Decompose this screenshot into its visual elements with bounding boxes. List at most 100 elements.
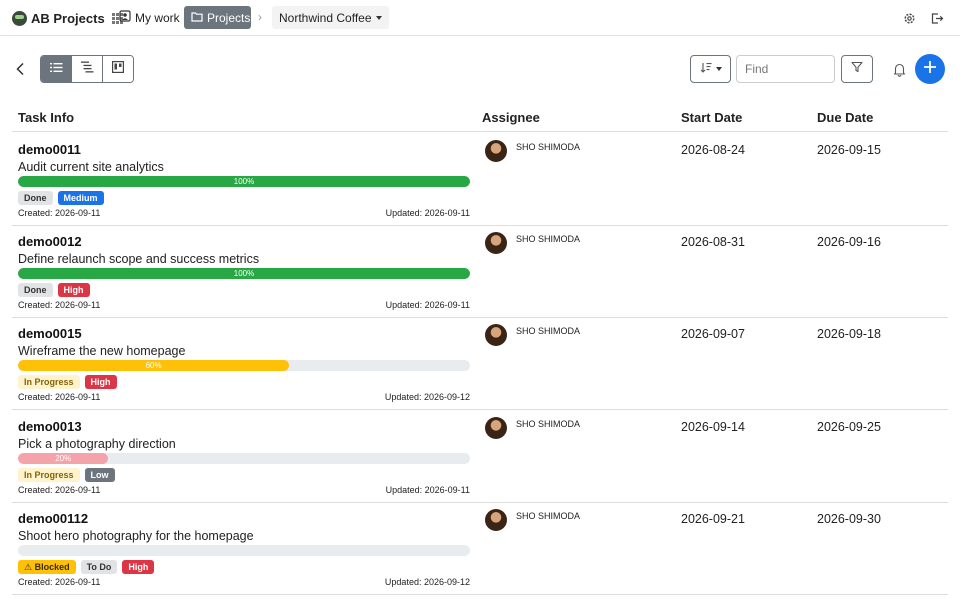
project-selector[interactable]: Northwind Coffee [272,6,389,29]
table-row[interactable]: demo00112 Shoot hero photography for the… [12,502,948,595]
board-view-icon [112,60,125,78]
badge-todo: To Do [80,560,118,574]
board-view-button[interactable] [102,56,133,82]
updated-date: Updated: 2026-09-12 [384,577,470,587]
find-input[interactable] [736,55,835,83]
badge-group: Done Medium [18,191,104,205]
created-date: Created: 2026-09-11 [18,577,101,587]
column-header-task-info[interactable]: Task Info [18,110,74,125]
task-id[interactable]: demo0013 [18,419,82,434]
updated-date: Updated: 2026-09-11 [385,485,470,495]
assignee-name: SHO SHIMODA [516,234,581,244]
progress-fill: 100% [18,268,470,279]
badge-high: High [57,283,90,297]
view-switcher [40,55,134,83]
logout-icon[interactable] [929,10,945,26]
add-task-button[interactable] [915,54,945,84]
task-title: Pick a photography direction [18,437,176,451]
task-id[interactable]: demo0015 [18,326,82,341]
table-row[interactable]: demo0015 Wireframe the new homepage 60% … [12,317,948,410]
progress-fill: 100% [18,176,470,187]
brand-logo-icon [12,10,27,26]
progress-bar: 60% [18,360,470,371]
breadcrumb-separator: › [258,10,262,24]
badge-high: High [84,375,117,389]
table-row[interactable]: demo0013 Pick a photography direction 20… [12,410,948,503]
sort-button[interactable] [690,55,731,83]
brand-name: AB Projects [31,10,105,26]
list-view-button[interactable] [41,56,71,82]
nav-projects-label: Projects [207,10,251,25]
badge-group: Done High [18,283,90,297]
badge-medium: Medium [57,191,104,205]
progress-bar: 100% [18,176,470,187]
start-date: 2026-08-24 [681,143,745,157]
assignee-name: SHO SHIMODA [516,142,581,152]
badge-inprogress: In Progress [18,375,80,389]
task-id[interactable]: demo0012 [18,234,82,249]
created-date: Created: 2026-09-11 [18,208,101,218]
column-header-assignee[interactable]: Assignee [482,110,540,125]
task-title: Audit current site analytics [18,160,164,174]
column-header-start-date[interactable]: Start Date [681,110,742,125]
badge-done: Done [18,191,53,205]
due-date: 2026-09-18 [817,327,881,341]
settings-icon[interactable] [901,10,917,26]
nav-my-work[interactable]: My work [112,6,187,29]
created-date: Created: 2026-09-11 [18,300,101,310]
task-title: Shoot hero photography for the homepage [18,529,254,543]
nav-projects[interactable]: Projects [184,6,251,29]
badge-blocked: ⚠ Blocked [18,560,76,574]
brand[interactable]: AB Projects [12,8,123,28]
progress-fill: 60% [18,360,290,371]
badge-group: ⚠ Blocked To Do High [18,560,155,574]
tree-view-button[interactable] [71,56,102,82]
tree-view-icon [80,60,94,78]
assignee-name: SHO SHIMODA [516,419,581,429]
table-row[interactable]: demo0012 Define relaunch scope and succe… [12,225,948,318]
start-date: 2026-09-14 [681,420,745,434]
due-date: 2026-09-15 [817,143,881,157]
due-date: 2026-09-30 [817,512,881,526]
avatar [485,509,507,531]
plus-icon [923,60,937,79]
avatar [485,140,507,162]
task-title: Define relaunch scope and success metric… [18,252,260,266]
due-date: 2026-09-16 [817,235,881,249]
table-row[interactable]: demo0011 Audit current site analytics 10… [12,133,948,226]
badge-group: In Progress Low [18,468,115,482]
task-id[interactable]: demo00112 [18,511,88,526]
avatar [485,417,507,439]
task-title: Wireframe the new homepage [18,344,186,358]
progress-fill: 20% [18,453,109,464]
badge-done: Done [18,283,53,297]
start-date: 2026-08-31 [681,235,745,249]
badge-group: In Progress High [18,375,117,389]
column-header-due-date[interactable]: Due Date [817,110,873,125]
nav-my-work-label: My work [135,10,180,25]
caret-down-icon [715,67,722,71]
updated-date: Updated: 2026-09-11 [385,208,470,218]
progress-bar [18,545,470,556]
avatar [485,324,507,346]
progress-bar: 100% [18,268,470,279]
folder-icon [191,11,203,25]
project-name: Northwind Coffee [279,10,372,25]
badge-inprogress: In Progress [18,468,80,482]
back-icon[interactable] [12,60,28,78]
avatar [485,232,507,254]
badge-low: Low [84,468,115,482]
bell-icon[interactable] [892,61,906,77]
progress-bar: 20% [18,453,470,464]
updated-date: Updated: 2026-09-12 [384,392,470,402]
filter-icon [851,60,863,78]
created-date: Created: 2026-09-11 [18,485,101,495]
filter-button[interactable] [841,55,873,83]
sort-icon [700,60,712,78]
task-id[interactable]: demo0011 [18,142,81,157]
updated-date: Updated: 2026-09-11 [385,300,470,310]
assignee-name: SHO SHIMODA [516,326,581,336]
caret-down-icon [375,15,382,20]
start-date: 2026-09-07 [681,327,745,341]
list-view-icon [49,60,63,78]
